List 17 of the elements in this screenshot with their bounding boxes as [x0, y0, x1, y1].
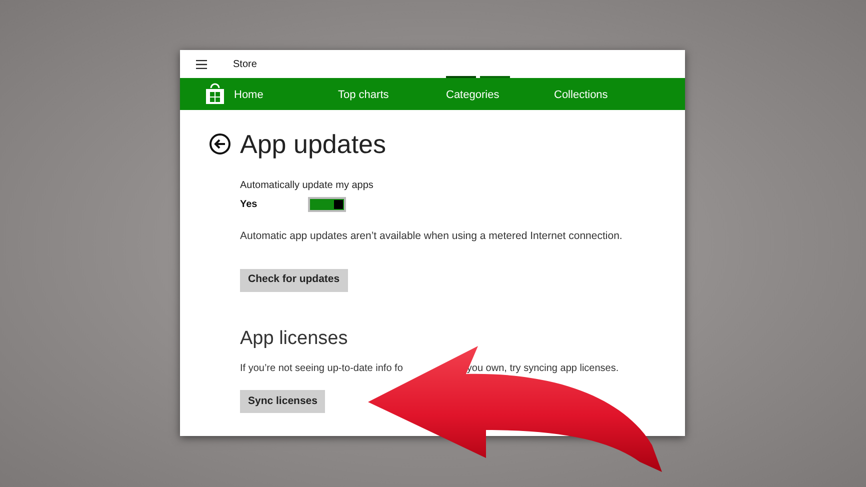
- nav-tab[interactable]: Collections: [554, 89, 608, 101]
- window-title: Store: [233, 58, 257, 72]
- nav-tab[interactable]: Categories: [446, 89, 500, 101]
- check-updates-button[interactable]: Check for updates: [240, 268, 348, 292]
- menu-icon[interactable]: [196, 60, 207, 68]
- metered-note: Automatic app updates aren’t available when using a metered Internet connection.: [240, 229, 622, 244]
- setting-label: Automatically update my apps: [240, 179, 374, 193]
- nav-tab[interactable]: Home: [234, 89, 264, 101]
- page-title: App updates: [240, 128, 386, 160]
- section-heading: App licenses: [240, 326, 348, 351]
- back-icon[interactable]: [209, 133, 231, 155]
- shopping-bag-icon: [205, 83, 225, 105]
- sync-licenses-button[interactable]: Sync licenses: [240, 390, 326, 414]
- licenses-text: If you’re not seeing up-to-date info fo: [240, 362, 403, 376]
- nav-tab[interactable]: Top charts: [338, 89, 389, 101]
- toggle-state-text: Yes: [240, 198, 258, 212]
- toggle-switch[interactable]: [308, 197, 346, 212]
